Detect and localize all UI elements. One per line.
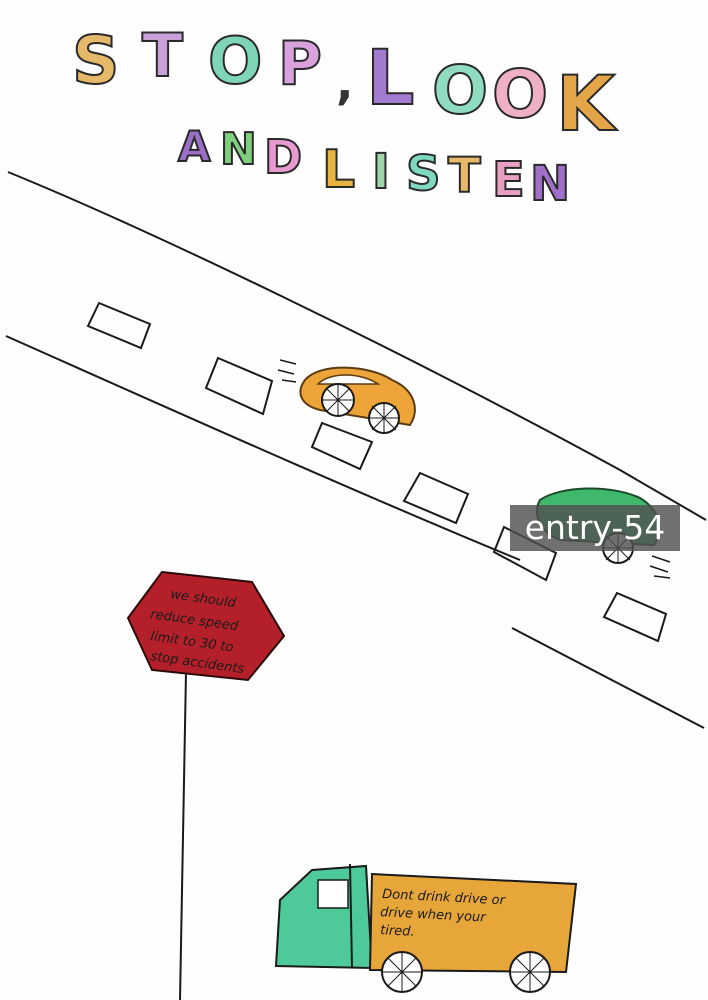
truck: Dont drink drive or drive when your tire… bbox=[274, 863, 578, 993]
road-scene-drawing: we should reduce speed limit to 30 to st… bbox=[5, 171, 707, 1000]
road-edge-bottom bbox=[5, 335, 521, 561]
sign-pole bbox=[179, 671, 187, 1000]
speed-sign: we should reduce speed limit to 30 to st… bbox=[126, 570, 286, 1000]
truck-window bbox=[317, 879, 349, 909]
road-edge-bottom-right bbox=[511, 627, 705, 729]
poster-page: S T O P , L O O K A N D L I S T E N we s… bbox=[0, 0, 708, 1000]
lane-dash bbox=[602, 591, 668, 643]
lane-dash bbox=[310, 421, 374, 471]
lane-dash bbox=[204, 356, 274, 416]
truck-text-3: tired. bbox=[380, 923, 415, 940]
entry-watermark: entry-54 bbox=[510, 505, 680, 551]
lane-dash bbox=[86, 301, 152, 350]
orange-car bbox=[277, 359, 416, 434]
